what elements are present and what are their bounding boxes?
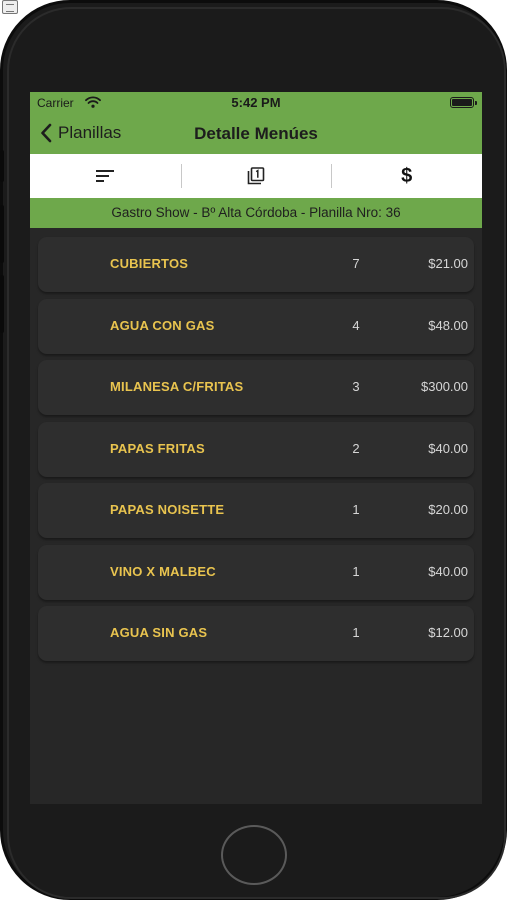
dollar-icon: $ [401,164,413,187]
item-quantity: 3 [352,379,360,394]
copy-pages-icon [247,167,265,185]
battery-icon [450,97,477,108]
item-name: PAPAS NOISETTE [110,502,225,517]
volume-up-button [0,205,4,263]
sort-button[interactable] [30,154,181,198]
item-name: MILANESA C/FRITAS [110,379,244,394]
item-price: $300.00 [421,379,468,394]
item-price: $20.00 [428,502,468,517]
item-name: AGUA CON GAS [110,317,215,333]
item-quantity: 2 [352,440,360,456]
segment-toolbar: $ [30,154,482,198]
item-name: PAPAS FRITAS [110,440,205,456]
home-button[interactable] [221,825,287,885]
menu-items-list: CUBIERTOS 7 $21.00 AGUA CON GAS 4 $48.00 MILAN… [38,237,474,668]
planilla-subheader: Gastro Show - Bº Alta Córdoba - Planilla… [30,198,482,228]
sort-lines-icon [96,170,115,182]
item-price: $40.00 [428,440,468,456]
item-price: $12.00 [428,625,468,640]
page-title: Detalle Menúes [194,124,318,143]
status-bar: Carrier 5:42 PM [30,92,482,112]
list-item[interactable]: MILANESA C/FRITAS 3 $300.00 [38,360,474,415]
app-screen: Carrier 5:42 PM Planillas Detalle Menúes [30,92,482,804]
item-quantity: 1 [352,502,360,517]
window-icon [2,0,18,14]
mute-switch [0,150,4,182]
item-price: $21.00 [428,256,468,271]
item-price: $48.00 [428,317,468,333]
volume-down-button [0,275,4,333]
price-button[interactable]: $ [331,154,482,198]
item-quantity: 4 [352,317,360,333]
item-price: $40.00 [428,563,468,579]
item-quantity: 7 [352,256,360,271]
item-name: VINO X MALBEC [110,563,216,579]
item-name: CUBIERTOS [110,256,189,271]
navigation-bar: Planillas Detalle Menúes [30,112,482,154]
list-item[interactable]: PAPAS NOISETTE 1 $20.00 [38,483,474,538]
item-quantity: 1 [352,563,360,579]
item-name: AGUA SIN GAS [110,625,208,640]
copy-button[interactable] [180,154,332,198]
item-quantity: 1 [352,625,360,640]
status-time: 5:42 PM [231,95,281,110]
list-item[interactable]: CUBIERTOS 7 $21.00 [38,237,474,292]
list-item[interactable]: PAPAS FRITAS 2 $40.00 [38,421,474,477]
list-item[interactable]: AGUA CON GAS 4 $48.00 [38,298,474,354]
list-item[interactable]: AGUA SIN GAS 1 $12.00 [38,606,474,661]
list-item[interactable]: VINO X MALBEC 1 $40.00 [38,544,474,600]
